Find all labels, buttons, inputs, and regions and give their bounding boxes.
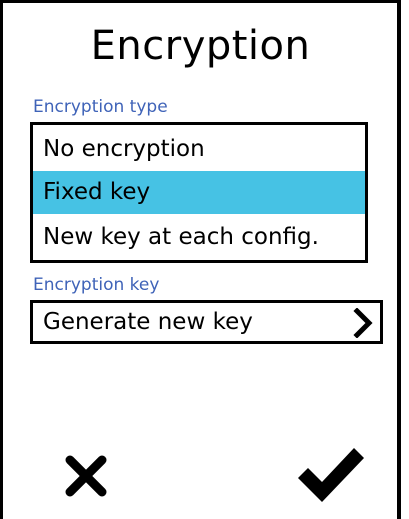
chevron-right-icon — [353, 308, 373, 338]
confirm-checkmark-icon[interactable] — [294, 442, 366, 506]
option-new-key-each-config[interactable]: New key at each config. — [33, 216, 365, 259]
encryption-key-label: Encryption key — [33, 275, 160, 295]
generate-new-key-button[interactable]: Generate new key — [30, 300, 383, 344]
option-no-encryption[interactable]: No encryption — [33, 128, 365, 171]
generate-new-key-label: Generate new key — [43, 309, 253, 335]
cancel-x-icon[interactable] — [58, 448, 114, 504]
page-title: Encryption — [90, 23, 311, 69]
encryption-type-list: No encryption Fixed key New key at each … — [30, 122, 368, 263]
encryption-type-label: Encryption type — [33, 97, 168, 117]
option-fixed-key[interactable]: Fixed key — [33, 171, 365, 214]
